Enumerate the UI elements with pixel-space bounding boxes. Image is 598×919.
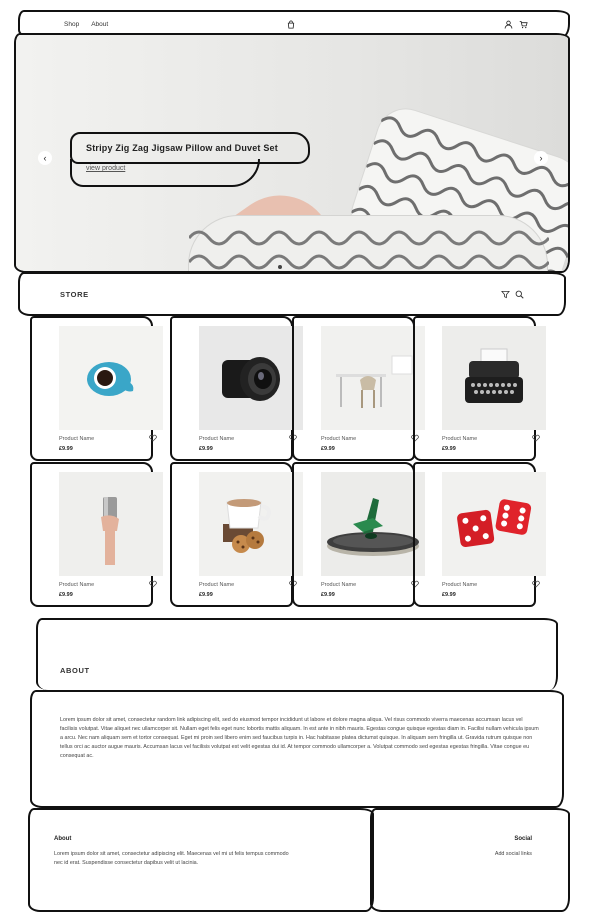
cart-icon[interactable] [519, 20, 528, 29]
about-text: Lorem ipsum dolor sit amet, consectetur … [60, 717, 539, 759]
heart-icon[interactable] [149, 434, 157, 442]
store-bar: STORE [18, 272, 566, 316]
product-card[interactable]: Product Name £9.99 [413, 462, 546, 607]
product-price: £9.99 [442, 592, 456, 598]
product-name: Product Name [199, 582, 235, 588]
product-price: £9.99 [321, 446, 335, 452]
footer-social: Social Add social links [370, 808, 570, 912]
hero-title: Stripy Zig Zag Jigsaw Pillow and Duvet S… [86, 143, 278, 153]
carousel-dot[interactable] [278, 265, 282, 269]
add-social-links[interactable]: Add social links [495, 850, 532, 859]
footer-about-text: Lorem ipsum dolor sit amet, consectetur … [54, 851, 289, 866]
carousel-prev-button[interactable]: ‹ [38, 151, 52, 165]
product-name: Product Name [321, 436, 357, 442]
footer-about-title: About [54, 836, 72, 842]
product-card[interactable]: Product Name £9.99 [30, 316, 163, 461]
about-section: Lorem ipsum dolor sit amet, consectetur … [30, 690, 564, 808]
user-icon[interactable] [504, 20, 513, 29]
product-price: £9.99 [59, 592, 73, 598]
product-image [321, 472, 425, 576]
carousel-next-button[interactable]: › [534, 151, 548, 165]
product-card[interactable]: Product Name £9.99 [413, 316, 546, 461]
product-price: £9.99 [321, 592, 335, 598]
filter-icon[interactable] [501, 290, 510, 299]
footer-about: About Lorem ipsum dolor sit amet, consec… [28, 808, 374, 912]
product-card[interactable]: Product Name £9.99 [170, 316, 303, 461]
product-image [59, 326, 163, 430]
product-name: Product Name [321, 582, 357, 588]
chevron-right-icon: › [539, 153, 543, 163]
product-image [199, 472, 303, 576]
product-card[interactable]: Product Name £9.99 [170, 462, 303, 607]
product-price: £9.99 [442, 446, 456, 452]
nav-about[interactable]: About [91, 21, 108, 28]
product-name: Product Name [442, 582, 478, 588]
view-product-link[interactable]: view product [86, 165, 125, 172]
store-title: STORE [60, 289, 89, 299]
product-name: Product Name [199, 436, 235, 442]
footer-social-title: Social [514, 836, 532, 842]
product-image [442, 472, 546, 576]
product-name: Product Name [442, 436, 478, 442]
product-card[interactable]: Product Name £9.99 [292, 462, 425, 607]
hero-link-box [70, 159, 260, 187]
product-price: £9.99 [199, 592, 213, 598]
nav-shop[interactable]: Shop [64, 21, 79, 28]
product-name: Product Name [59, 436, 95, 442]
product-price: £9.99 [199, 446, 213, 452]
bag-icon[interactable] [286, 20, 296, 29]
heart-icon[interactable] [532, 434, 540, 442]
hero-duvet [188, 215, 549, 271]
heart-icon[interactable] [532, 580, 540, 588]
product-price: £9.99 [59, 446, 73, 452]
product-image [59, 472, 163, 576]
search-icon[interactable] [515, 290, 524, 299]
about-title: ABOUT [60, 666, 90, 675]
product-card[interactable]: Product Name £9.99 [30, 462, 163, 607]
product-card[interactable]: Product Name £9.99 [292, 316, 425, 461]
heart-icon[interactable] [149, 580, 157, 588]
chevron-left-icon: ‹ [43, 153, 47, 163]
product-image [442, 326, 546, 430]
about-header: ABOUT [36, 618, 558, 690]
product-grid: Product Name £9.99 Product Name £9.99 Pr… [30, 316, 564, 616]
product-image [199, 326, 303, 430]
hero-carousel: Stripy Zig Zag Jigsaw Pillow and Duvet S… [14, 33, 570, 273]
main-nav: Shop About [64, 21, 108, 28]
product-name: Product Name [59, 582, 95, 588]
product-image [321, 326, 425, 430]
